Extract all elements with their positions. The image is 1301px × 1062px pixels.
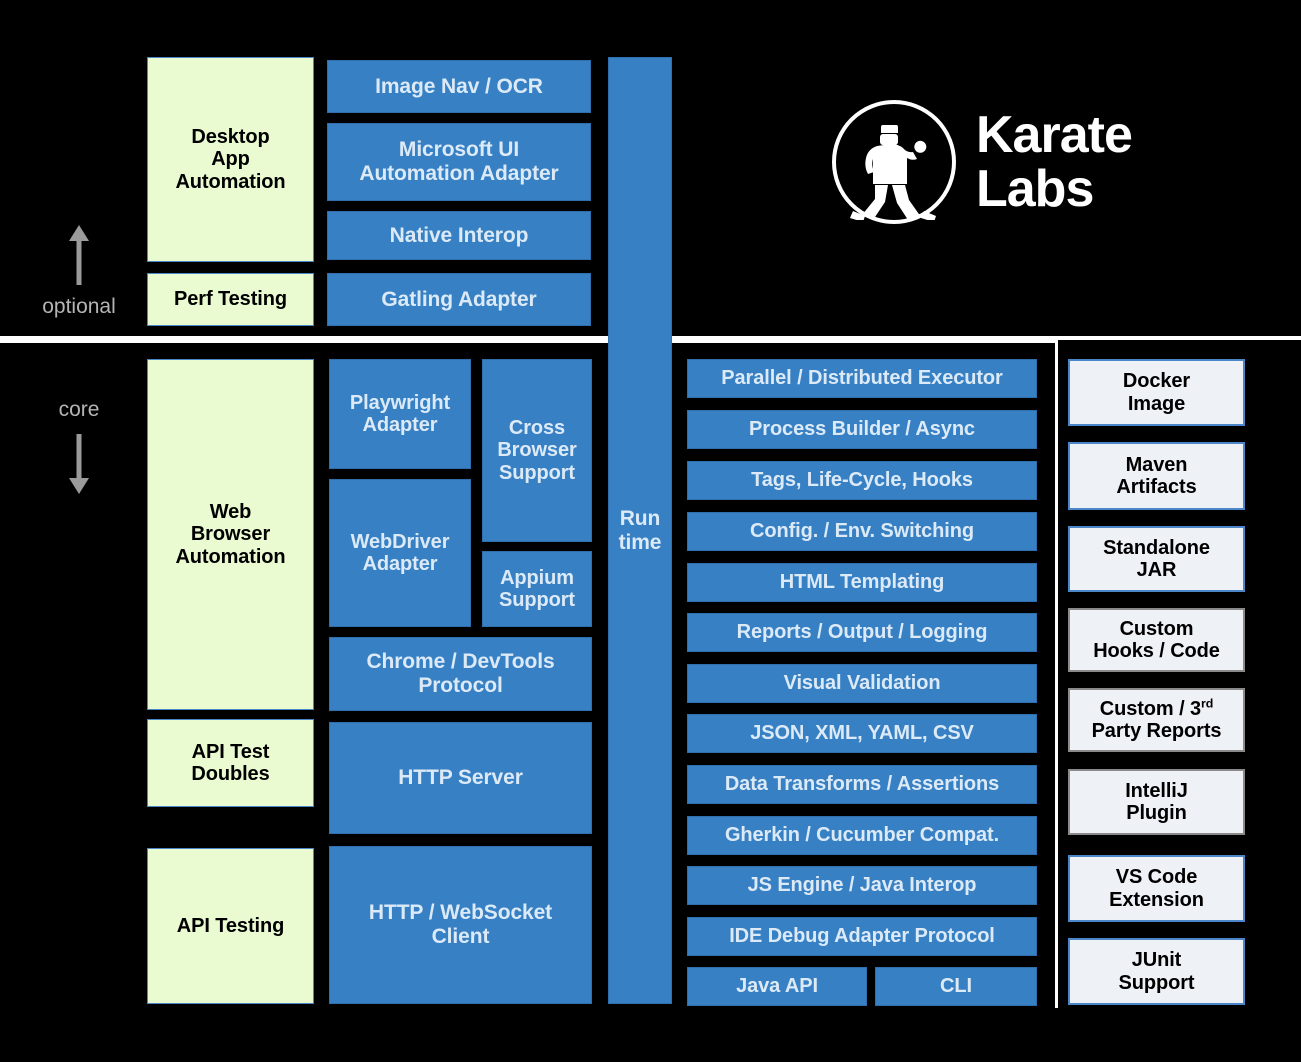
deliverable-label: Standalone JAR <box>1103 536 1210 581</box>
module-http-websocket-client[interactable]: HTTP / WebSocket Client <box>329 846 592 1004</box>
core-section-label: core <box>58 398 100 421</box>
feature-label: HTML Templating <box>779 571 945 594</box>
feature-process-builder-async[interactable]: Process Builder / Async <box>687 410 1037 449</box>
capability-label: API Test Doubles <box>191 740 270 785</box>
feature-label: JSON, XML, YAML, CSV <box>750 722 974 745</box>
feature-label: Reports / Output / Logging <box>736 621 988 644</box>
module-webdriver-adapter[interactable]: WebDriver Adapter <box>329 479 471 627</box>
deliverable-label: Docker Image <box>1122 370 1191 415</box>
runtime-label-line1: Run <box>619 506 661 530</box>
deliverable-custom-hooks-code[interactable]: Custom Hooks / Code <box>1068 608 1245 672</box>
module-native-interop[interactable]: Native Interop <box>327 211 591 260</box>
deliverable-maven-artifacts[interactable]: Maven Artifacts <box>1068 442 1245 510</box>
runtime-column[interactable]: Run time <box>608 57 672 1004</box>
feature-label: Tags, Life-Cycle, Hooks <box>751 469 973 492</box>
deliverable-docker-image[interactable]: Docker Image <box>1068 359 1245 426</box>
feature-config-env-switching[interactable]: Config. / Env. Switching <box>687 512 1037 551</box>
module-label: Gatling Adapter <box>381 287 537 311</box>
feature-label: JS Engine / Java Interop <box>747 874 977 897</box>
deliverable-label-text: Custom / 3rd Party Reports <box>1091 696 1222 743</box>
module-image-nav-ocr[interactable]: Image Nav / OCR <box>327 60 591 113</box>
feature-label: Parallel / Distributed Executor <box>721 367 1003 390</box>
runtime-label-line2: time <box>618 530 662 554</box>
optional-section-label: optional <box>42 295 116 318</box>
feature-html-templating[interactable]: HTML Templating <box>687 563 1037 602</box>
optional-up-arrow-icon <box>69 225 89 285</box>
deliverable-label: Custom Hooks / Code <box>1093 617 1220 662</box>
module-label: HTTP / WebSocket Client <box>368 901 553 948</box>
module-appium-support[interactable]: Appium Support <box>482 551 592 627</box>
module-label: Chrome / DevTools Protocol <box>366 650 555 697</box>
feature-tags-life-cycle-hooks[interactable]: Tags, Life-Cycle, Hooks <box>687 461 1037 500</box>
deliverable-junit-support[interactable]: JUnit Support <box>1068 938 1245 1005</box>
feature-label: IDE Debug Adapter Protocol <box>729 925 995 948</box>
deliverable-label: VS Code Extension <box>1109 866 1204 911</box>
feature-java-api[interactable]: Java API <box>687 967 867 1006</box>
feature-label: Visual Validation <box>783 672 941 695</box>
deliverable-standalone-jar[interactable]: Standalone JAR <box>1068 526 1245 592</box>
feature-label: CLI <box>940 975 972 998</box>
feature-gherkin-cucumber-compat[interactable]: Gherkin / Cucumber Compat. <box>687 816 1037 855</box>
feature-json-xml-yaml-csv[interactable]: JSON, XML, YAML, CSV <box>687 714 1037 753</box>
deliverable-vs-code-extension[interactable]: VS Code Extension <box>1068 855 1245 922</box>
core-frame-top-edge <box>0 340 1058 343</box>
deliverable-label: Maven Artifacts <box>1116 453 1197 498</box>
capability-label: Desktop App Automation <box>175 125 286 193</box>
module-gatling-adapter[interactable]: Gatling Adapter <box>327 273 591 326</box>
brand-name-line1: Karate <box>976 105 1133 164</box>
brand-wordmark: Karate Labs <box>976 105 1133 218</box>
module-microsoft-ui-automation-adapter[interactable]: Microsoft UI Automation Adapter <box>327 123 591 201</box>
module-label: WebDriver Adapter <box>350 530 450 575</box>
module-label: Microsoft UI Automation Adapter <box>359 138 559 185</box>
capability-web-browser-automation[interactable]: Web Browser Automation <box>147 359 314 710</box>
feature-label: Gherkin / Cucumber Compat. <box>724 824 1000 847</box>
karate-architecture-diagram: Karate Labs optional core Desktop App Auto… <box>0 0 1301 1062</box>
module-label: Appium Support <box>499 566 575 611</box>
module-label: HTTP Server <box>398 766 523 790</box>
deliverable-custom-third-party-reports[interactable]: Custom / 3rd Party Reports <box>1068 688 1245 752</box>
karate-figure-icon <box>832 100 956 224</box>
feature-label: Data Transforms / Assertions <box>724 773 1000 796</box>
deliverable-label: IntelliJ Plugin <box>1125 779 1188 824</box>
module-label: Cross Browser Support <box>497 416 577 484</box>
module-cross-browser-support[interactable]: Cross Browser Support <box>482 359 592 542</box>
module-http-server[interactable]: HTTP Server <box>329 722 592 834</box>
deliverable-label-custom-3rd: Custom / 3rd Party Reports <box>1091 696 1222 743</box>
module-label: Playwright Adapter <box>349 391 451 436</box>
feature-reports-output-logging[interactable]: Reports / Output / Logging <box>687 613 1037 652</box>
deliverable-intellij-plugin[interactable]: IntelliJ Plugin <box>1068 769 1245 835</box>
module-label: Native Interop <box>389 223 529 247</box>
feature-label: Config. / Env. Switching <box>750 520 974 543</box>
capability-label: API Testing <box>176 914 285 937</box>
feature-js-engine-java-interop[interactable]: JS Engine / Java Interop <box>687 866 1037 905</box>
module-playwright-adapter[interactable]: Playwright Adapter <box>329 359 471 469</box>
core-down-arrow-icon <box>69 434 89 494</box>
module-label: Image Nav / OCR <box>375 74 543 98</box>
feature-parallel-distributed-executor[interactable]: Parallel / Distributed Executor <box>687 359 1037 398</box>
capability-api-testing[interactable]: API Testing <box>147 848 314 1004</box>
capability-label: Web Browser Automation <box>175 500 286 568</box>
core-frame-right-edge <box>1055 340 1058 1008</box>
feature-label: Java API <box>736 975 818 998</box>
karate-labs-logo: Karate Labs <box>832 100 1133 224</box>
feature-ide-debug-adapter-protocol[interactable]: IDE Debug Adapter Protocol <box>687 917 1037 956</box>
capability-api-test-doubles[interactable]: API Test Doubles <box>147 719 314 807</box>
capability-perf-testing[interactable]: Perf Testing <box>147 273 314 326</box>
feature-visual-validation[interactable]: Visual Validation <box>687 664 1037 703</box>
feature-cli[interactable]: CLI <box>875 967 1037 1006</box>
deliverable-label: JUnit Support <box>1118 949 1195 994</box>
capability-label: Perf Testing <box>174 288 287 311</box>
feature-label: Process Builder / Async <box>749 418 975 441</box>
feature-data-transforms-assertions[interactable]: Data Transforms / Assertions <box>687 765 1037 804</box>
brand-name-line2: Labs <box>976 160 1094 218</box>
capability-desktop-app-automation[interactable]: Desktop App Automation <box>147 57 314 262</box>
module-chrome-devtools-protocol[interactable]: Chrome / DevTools Protocol <box>329 637 592 711</box>
